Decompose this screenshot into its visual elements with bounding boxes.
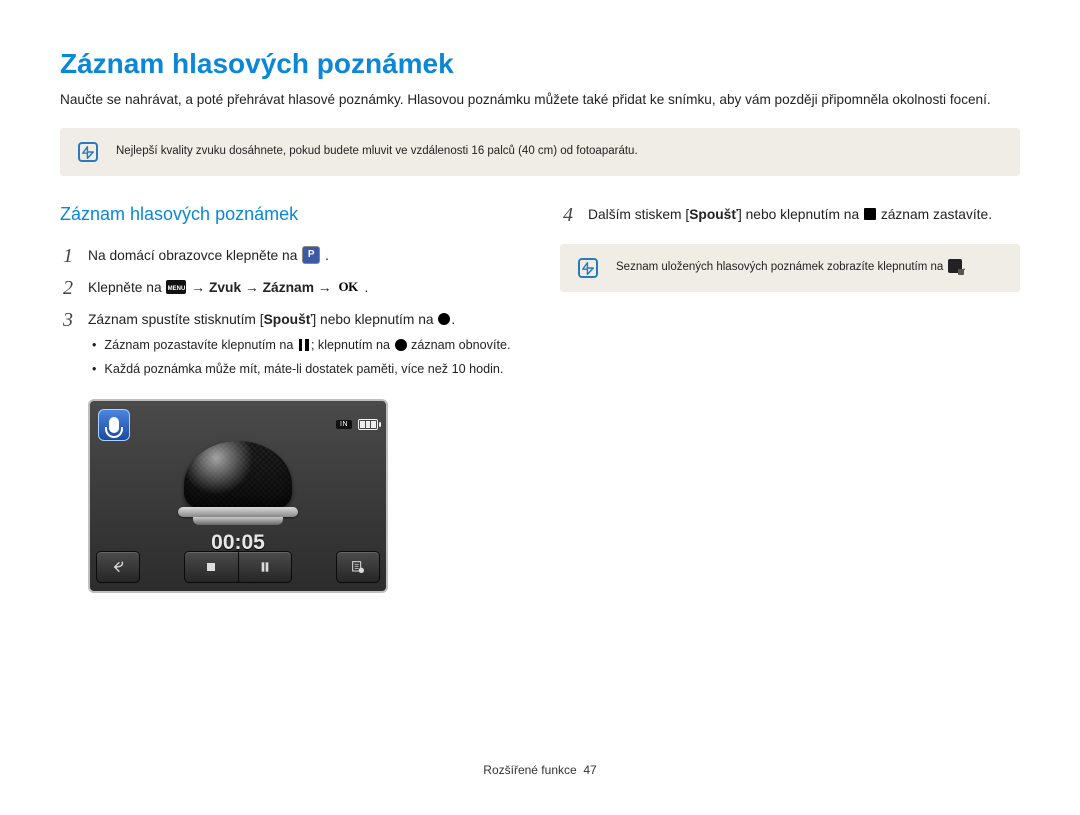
pause-icon [298,339,310,351]
back-button[interactable] [96,551,140,583]
tip-text: Seznam uložených hlasových poznámek zobr… [616,260,966,275]
step-1: 1 Na domácí obrazovce klepněte na . [60,245,520,267]
stop-icon [864,208,876,220]
record-dot-icon [438,313,450,325]
step-3-sub-1: Záznam pozastavíte klepnutím na ; klepnu… [92,336,520,354]
step-4: 4 Dalším stiskem [Spoušť] nebo klepnutím… [560,204,1020,226]
tip-box-memo-list: Seznam uložených hlasových poznámek zobr… [560,244,1020,292]
menu-icon: MENU [166,280,186,294]
tip-text: Nejlepší kvality zvuku dosáhnete, pokud … [116,144,638,159]
step-3: 3 Záznam spustíte stisknutím [Spoušť] ne… [60,309,520,385]
stop-pause-group [184,551,292,583]
pause-button[interactable] [239,552,292,582]
memo-list-icon [948,259,962,273]
mode-p-icon [302,246,320,264]
recorder-preview: IN 00:05 [88,399,388,593]
voice-recorder-app-icon [98,409,130,441]
memory-indicator: IN [336,420,352,429]
record-dot-icon [395,339,407,351]
tip-icon [78,142,98,162]
tip-icon [578,258,598,278]
page-footer: Rozšířené funkce 47 [0,763,1080,777]
intro-text: Naučte se nahrávat, a poté přehrávat hla… [60,90,1020,110]
step-3-sub-2: Každá poznámka může mít, máte-li dostate… [92,360,520,378]
ok-icon: OK [336,278,359,296]
tip-box-audio-quality: Nejlepší kvality zvuku dosáhnete, pokud … [60,128,1020,176]
stop-button[interactable] [185,552,239,582]
microphone-graphic [178,441,298,525]
memo-list-button[interactable] [336,551,380,583]
step-2: 2 Klepněte na MENU → Zvuk → Záznam → OK … [60,277,520,299]
section-subtitle: Záznam hlasových poznámek [60,204,520,225]
battery-icon [358,419,378,430]
page-title: Záznam hlasových poznámek [60,48,1020,80]
